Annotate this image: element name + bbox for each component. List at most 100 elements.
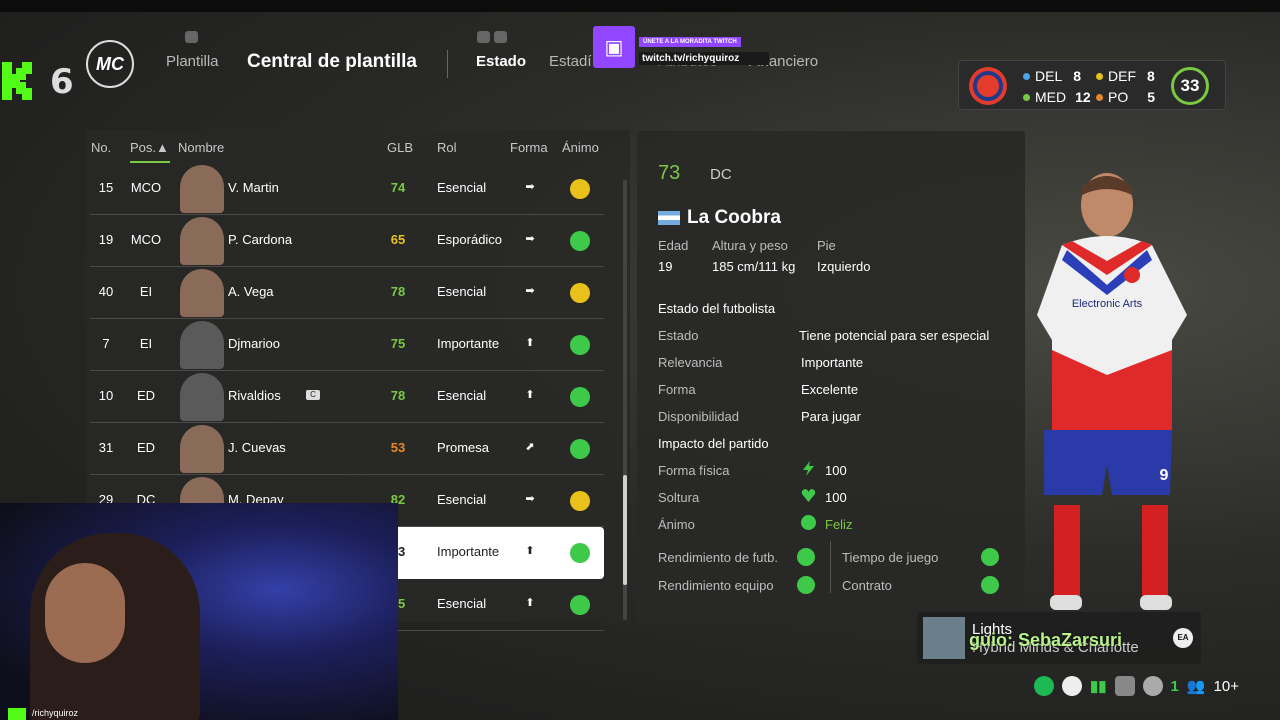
rend-futb-label: Rendimiento de futb. bbox=[658, 550, 778, 565]
form-arrow-icon: ➡ bbox=[525, 493, 535, 505]
nav-divider bbox=[447, 50, 448, 78]
position-counts-panel: DEL 8 DEF 8 MED 12 PO 5 33 bbox=[958, 60, 1226, 110]
scrollbar-thumb[interactable] bbox=[623, 475, 627, 585]
scrollbar[interactable] bbox=[623, 180, 627, 620]
player-role: Importante bbox=[437, 336, 500, 351]
form-arrow-icon: ⬆ bbox=[525, 545, 535, 557]
player-role: Promesa bbox=[437, 440, 490, 455]
table-row[interactable]: 31 ED J. Cuevas 53 Promesa ⬈ bbox=[90, 423, 604, 475]
col-glb[interactable]: GLB bbox=[387, 140, 413, 155]
twitch-tag: ÚNETE A LA MORADITA TWITCH bbox=[639, 37, 741, 47]
detail-divider bbox=[830, 541, 831, 593]
player-number: 40 bbox=[98, 284, 114, 299]
relevancia-label: Relevancia bbox=[658, 355, 723, 370]
twitch-url: twitch.tv/richyquiroz bbox=[639, 52, 769, 65]
form-arrow-icon: ⬆ bbox=[525, 389, 535, 401]
form-arrow-icon: ⬆ bbox=[525, 597, 535, 609]
mood-face-icon bbox=[570, 335, 590, 355]
player-role: Esencial bbox=[437, 180, 487, 195]
rend-equipo-label: Rendimiento equipo bbox=[658, 578, 774, 593]
argentina-flag-icon bbox=[658, 211, 680, 225]
po-dot-icon bbox=[1096, 93, 1103, 101]
player-name: J. Cuevas bbox=[228, 440, 286, 455]
pie-value: Izquierdo bbox=[817, 259, 871, 274]
del-label: DEL bbox=[1035, 68, 1063, 84]
player-glb: 75 bbox=[390, 336, 406, 351]
forma-fisica-value: 100 bbox=[825, 463, 847, 478]
del-value: 8 bbox=[1073, 68, 1082, 84]
heart-icon bbox=[801, 489, 816, 502]
form-arrow-icon: ➡ bbox=[525, 181, 535, 193]
player-portrait bbox=[180, 425, 224, 473]
col-rol[interactable]: Rol bbox=[437, 140, 457, 155]
party-count: 1 bbox=[1170, 677, 1179, 695]
player-role: Esencial bbox=[437, 596, 487, 611]
col-no[interactable]: No. bbox=[91, 140, 111, 155]
pie-label: Pie bbox=[817, 238, 836, 253]
player-number: 10 bbox=[98, 388, 114, 403]
med-label: MED bbox=[1035, 89, 1067, 105]
shoulder-button-icons bbox=[477, 31, 507, 43]
player-name: A. Vega bbox=[228, 284, 274, 299]
player-position: EI bbox=[139, 336, 153, 351]
tab-plantilla[interactable]: Plantilla bbox=[166, 53, 219, 70]
col-pos[interactable]: Pos.▲ bbox=[130, 140, 169, 155]
player-name: Djmarioo bbox=[228, 336, 281, 351]
tab-estado[interactable]: Estado bbox=[476, 53, 526, 70]
med-dot-icon bbox=[1023, 93, 1030, 101]
col-forma[interactable]: Forma bbox=[510, 140, 548, 155]
table-row[interactable]: 40 EI A. Vega 78 Esencial ➡ bbox=[90, 267, 604, 319]
forma-label: Forma bbox=[658, 382, 696, 397]
player-position: ED bbox=[136, 388, 156, 403]
mood-face-icon bbox=[570, 595, 590, 615]
table-row[interactable]: 7 EI Djmarioo 75 Importante ⬆ bbox=[90, 319, 604, 371]
mc-logo: MC bbox=[86, 40, 134, 88]
soltura-label: Soltura bbox=[658, 490, 700, 505]
player-name: Rivaldios bbox=[228, 388, 281, 403]
relevancia-value: Importante bbox=[801, 355, 864, 370]
player-glb: 53 bbox=[390, 440, 406, 455]
player-glb: 78 bbox=[390, 388, 406, 403]
friends-icon: 👥 bbox=[1186, 678, 1206, 695]
table-row[interactable]: 19 MCO P. Cardona 65 Esporádico ➡ bbox=[90, 215, 604, 267]
player-number: 31 bbox=[98, 440, 114, 455]
def-label: DEF bbox=[1108, 68, 1136, 84]
contrato-label: Contrato bbox=[842, 578, 892, 593]
player-rating: 73 bbox=[658, 162, 681, 184]
player-position: EI bbox=[139, 284, 153, 299]
def-value: 8 bbox=[1147, 68, 1155, 84]
player-position: MCO bbox=[130, 232, 162, 247]
table-row[interactable]: 15 MCO V. Martin 74 Esencial ➡ bbox=[90, 163, 604, 215]
def-dot-icon bbox=[1096, 72, 1103, 80]
form-arrow-icon: ➡ bbox=[525, 233, 535, 245]
player-role: Esencial bbox=[437, 284, 487, 299]
club-crest-icon bbox=[969, 67, 1007, 105]
player-3d-model: Electronic Arts 9 bbox=[1037, 173, 1187, 610]
thumbs-up-icon bbox=[981, 548, 999, 566]
player-number: 15 bbox=[98, 180, 114, 195]
webcam-overlay: /richyquiroz bbox=[0, 503, 398, 720]
col-animo[interactable]: Ánimo bbox=[562, 140, 599, 155]
estado-label: Estado bbox=[658, 328, 699, 343]
form-arrow-icon: ⬈ bbox=[525, 441, 535, 453]
player-position: ED bbox=[136, 440, 156, 455]
col-nombre[interactable]: Nombre bbox=[178, 140, 224, 155]
tab-estadisticas[interactable]: Estadí bbox=[549, 53, 592, 70]
count-del: DEL 8 bbox=[1023, 68, 1081, 84]
impacto-section-title: Impacto del partido bbox=[658, 436, 769, 451]
thumbs-up-icon bbox=[797, 548, 815, 566]
kit-number: 9 bbox=[1160, 467, 1169, 484]
signal-icon: ▮▮ bbox=[1090, 678, 1107, 695]
kick-logo-icon bbox=[2, 62, 32, 100]
stream-overlay-text: guio: SebaZarsuri bbox=[969, 630, 1123, 650]
player-name: V. Martin bbox=[228, 180, 279, 195]
po-value: 5 bbox=[1147, 89, 1156, 105]
form-arrow-icon: ⬆ bbox=[525, 337, 535, 349]
thumbs-up-icon bbox=[797, 576, 815, 594]
lb-button-icon bbox=[185, 31, 198, 43]
table-header: No. Pos.▲ Nombre GLB Rol Forma Ánimo bbox=[86, 130, 606, 163]
status-bar: ▮▮ 1 👥 10+ bbox=[1034, 673, 1239, 699]
player-name: La Coobra bbox=[687, 207, 781, 228]
player-role: Esencial bbox=[437, 388, 487, 403]
table-row[interactable]: 10 ED Rivaldios C 78 Esencial ⬆ bbox=[90, 371, 604, 423]
